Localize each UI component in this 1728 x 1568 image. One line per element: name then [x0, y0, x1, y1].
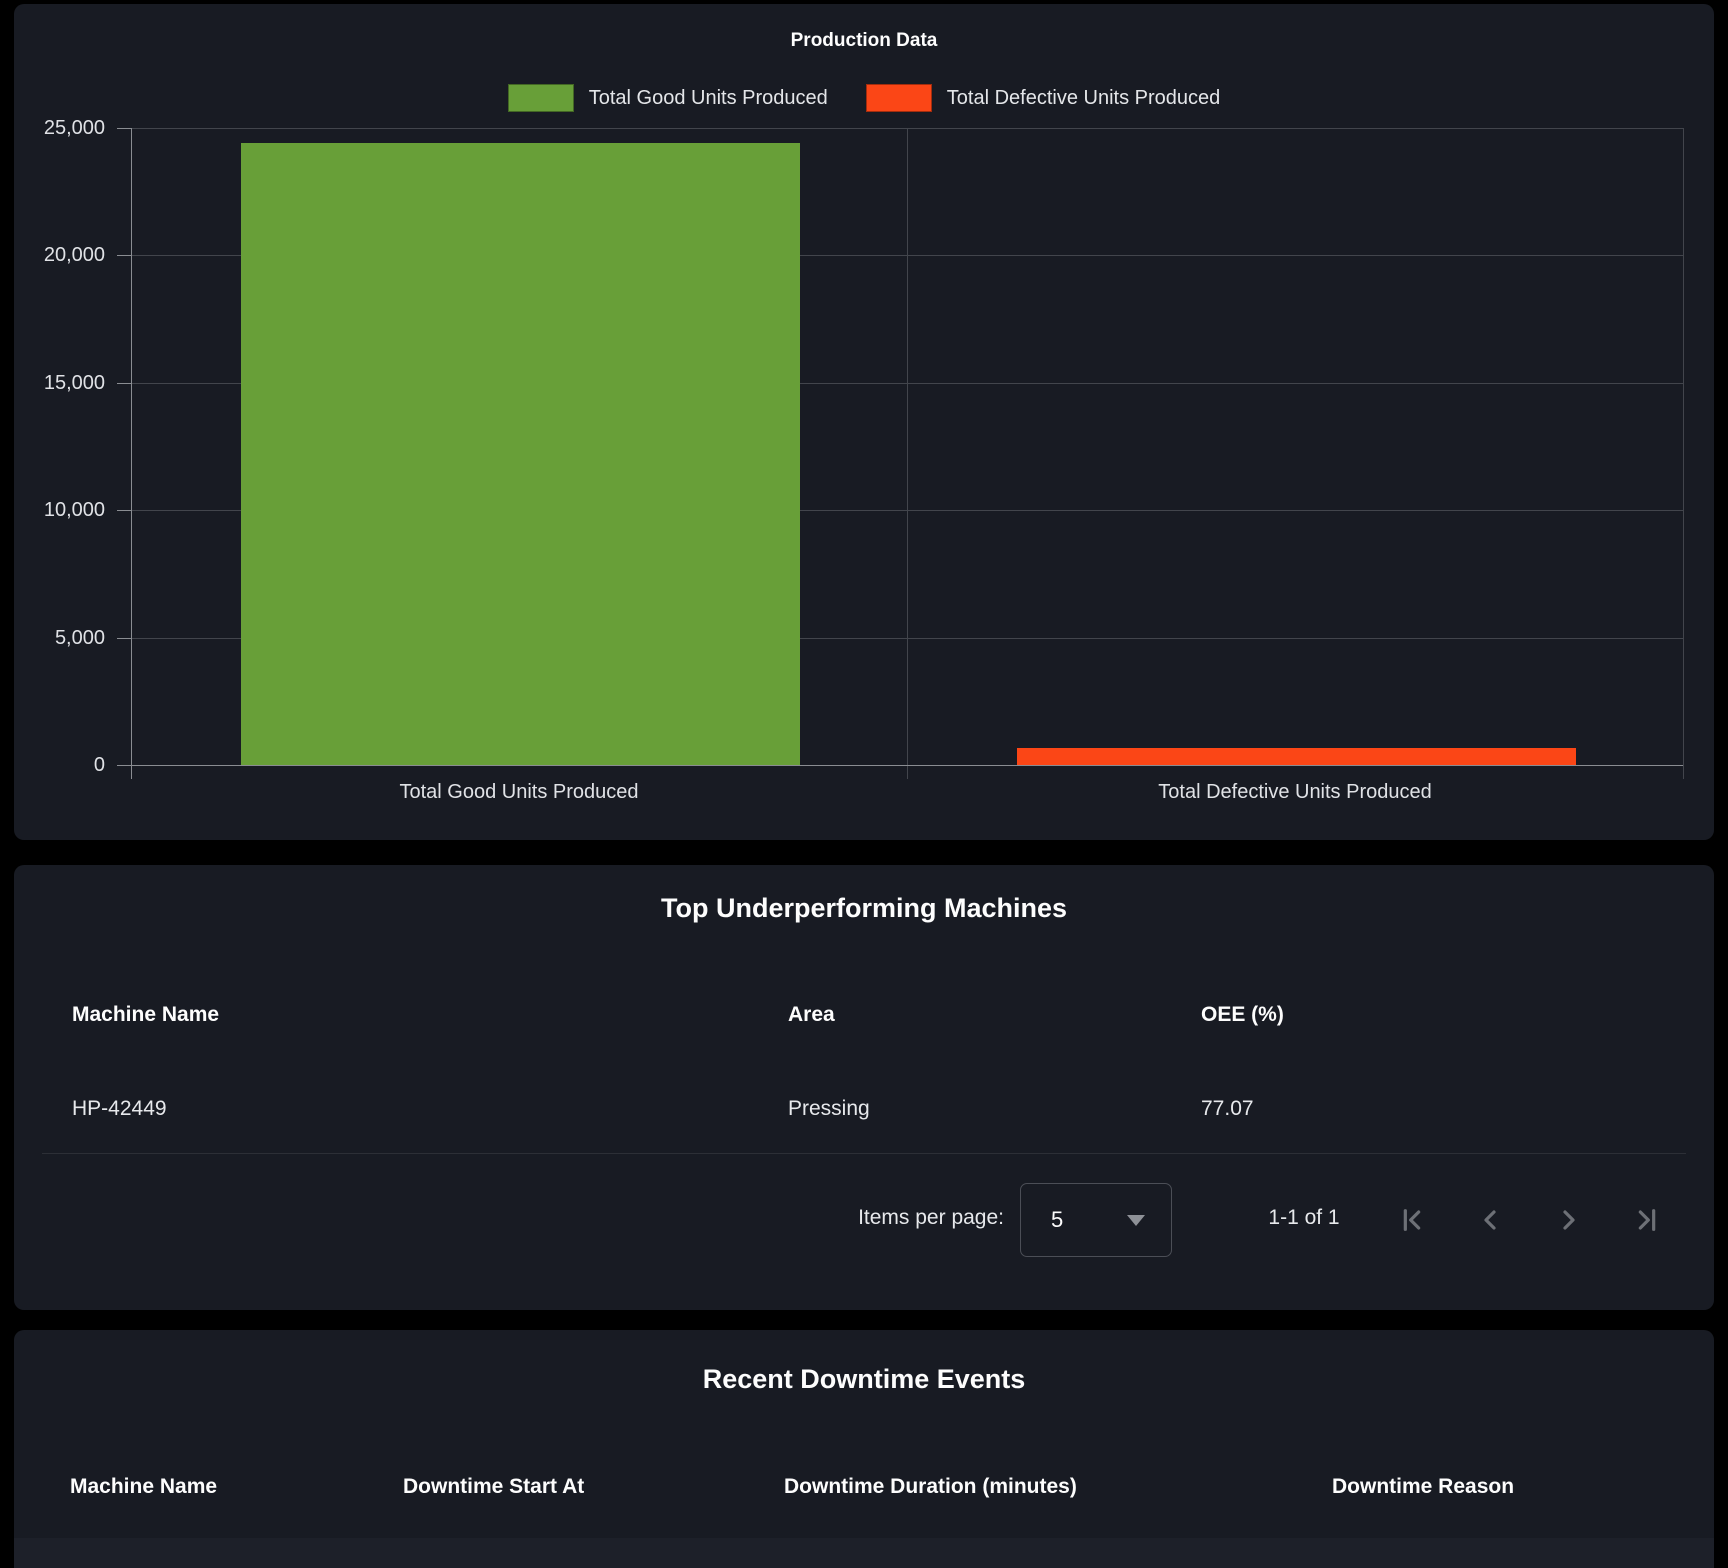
- legend-swatch-green: [508, 84, 574, 112]
- column-header-oee: OEE (%): [1201, 1003, 1284, 1027]
- next-page-button[interactable]: [1545, 1196, 1593, 1244]
- machines-card-title: Top Underperforming Machines: [14, 893, 1714, 924]
- x-axis-line: [131, 765, 1683, 766]
- chart-plot-area: 25,000 20,000 15,000 10,000 5,000 0 Tota…: [131, 128, 1683, 765]
- cell-area: Pressing: [788, 1097, 870, 1121]
- page-size-value: 5: [1051, 1207, 1063, 1233]
- bar-defective-units[interactable]: [1017, 748, 1576, 765]
- last-page-icon: [1631, 1204, 1663, 1236]
- axis-tick: [117, 128, 131, 129]
- column-header-downtime-reason: Downtime Reason: [1332, 1475, 1514, 1499]
- axis-tick: [117, 510, 131, 511]
- gridline: [907, 128, 908, 765]
- x-axis-category-label: Total Good Units Produced: [131, 781, 907, 804]
- axis-tick: [117, 383, 131, 384]
- axis-tick: [907, 765, 908, 779]
- y-axis-label: 0: [94, 754, 105, 777]
- axis-tick: [117, 765, 131, 766]
- downtime-events-card: Recent Downtime Events Machine Name Down…: [14, 1330, 1714, 1568]
- chart-title: Production Data: [14, 30, 1714, 52]
- cell-machine-name: HP-42449: [72, 1097, 167, 1121]
- cell-oee: 77.07: [1201, 1097, 1254, 1121]
- y-axis-label: 25,000: [44, 117, 105, 140]
- page-range-label: 1-1 of 1: [1244, 1206, 1364, 1230]
- legend-item-defective[interactable]: Total Defective Units Produced: [866, 84, 1220, 112]
- previous-page-button[interactable]: [1466, 1196, 1514, 1244]
- legend-item-good[interactable]: Total Good Units Produced: [508, 84, 828, 112]
- underperforming-machines-card: Top Underperforming Machines Machine Nam…: [14, 865, 1714, 1310]
- legend-swatch-orange: [866, 84, 932, 112]
- page-size-select[interactable]: 5: [1020, 1183, 1172, 1257]
- legend-label: Total Defective Units Produced: [947, 87, 1220, 110]
- items-per-page-label: Items per page:: [804, 1206, 1004, 1230]
- y-axis-label: 15,000: [44, 372, 105, 395]
- chevron-left-icon: [1474, 1204, 1506, 1236]
- column-header-machine-name: Machine Name: [70, 1475, 217, 1499]
- dropdown-arrow-icon: [1127, 1215, 1145, 1226]
- y-axis-line: [131, 128, 132, 779]
- row-divider: [42, 1153, 1686, 1154]
- axis-tick: [117, 255, 131, 256]
- chevron-right-icon: [1553, 1204, 1585, 1236]
- y-axis-label: 5,000: [55, 627, 105, 650]
- chart-legend: Total Good Units Produced Total Defectiv…: [14, 84, 1714, 112]
- downtime-card-title: Recent Downtime Events: [14, 1364, 1714, 1395]
- column-header-downtime-start: Downtime Start At: [403, 1475, 584, 1499]
- y-axis-label: 10,000: [44, 499, 105, 522]
- column-header-area: Area: [788, 1003, 835, 1027]
- x-axis-category-label: Total Defective Units Produced: [907, 781, 1683, 804]
- gridline: [1683, 128, 1684, 765]
- y-axis-label: 20,000: [44, 244, 105, 267]
- legend-label: Total Good Units Produced: [589, 87, 828, 110]
- first-page-button[interactable]: [1388, 1196, 1436, 1244]
- bar-good-units[interactable]: [241, 143, 800, 765]
- last-page-button[interactable]: [1623, 1196, 1671, 1244]
- column-header-downtime-duration: Downtime Duration (minutes): [784, 1475, 1077, 1499]
- table-row: [14, 1538, 1714, 1568]
- axis-tick: [117, 638, 131, 639]
- axis-tick: [1683, 765, 1684, 779]
- first-page-icon: [1396, 1204, 1428, 1236]
- column-header-machine-name: Machine Name: [72, 1003, 219, 1027]
- production-chart-card: Production Data Total Good Units Produce…: [14, 4, 1714, 840]
